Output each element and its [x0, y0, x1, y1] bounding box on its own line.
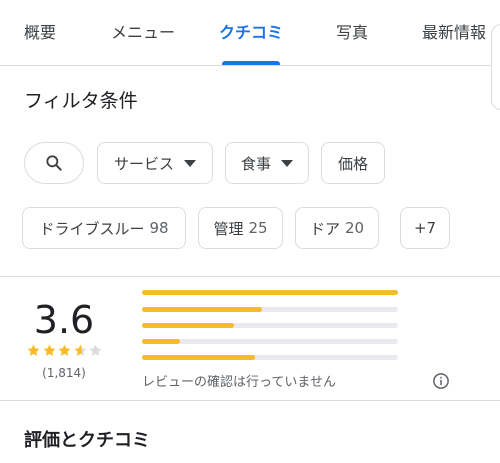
info-icon[interactable]	[432, 372, 450, 390]
rating-bar-fill	[142, 307, 263, 312]
filter-chip-price[interactable]: 価格	[321, 142, 385, 184]
divider	[0, 400, 500, 401]
more-topics-button[interactable]: +7	[400, 207, 450, 249]
topic-chip-door[interactable]: ドア 20	[295, 207, 379, 249]
topic-chip-count: 20	[344, 219, 365, 237]
star-icon	[89, 344, 102, 356]
tab-menu[interactable]: メニュー	[111, 0, 175, 66]
average-rating: 3.6	[33, 298, 95, 342]
topic-chip-count: 25	[248, 219, 268, 237]
tab-updates[interactable]: 最新情報	[422, 0, 486, 66]
unverified-note: レビューの確認は行っていません	[142, 375, 336, 390]
more-topics-label: +7	[413, 219, 437, 237]
tab-overview[interactable]: 概要	[24, 0, 56, 66]
rating-count: (1,814)	[42, 366, 86, 380]
rating-bar-fill	[142, 323, 235, 328]
search-reviews-button[interactable]	[24, 142, 84, 184]
star-icon	[27, 344, 40, 356]
rating-bar-fill	[142, 355, 255, 360]
topic-chip-count: 98	[149, 219, 169, 237]
divider	[0, 276, 500, 277]
side-card-edge	[491, 24, 500, 110]
caret-down-icon	[281, 159, 293, 167]
topic-chip-drive-thru[interactable]: ドライブスルー 98	[22, 207, 186, 249]
filter-chip-label: 食事	[240, 154, 271, 173]
topic-chip-label: 管理	[213, 219, 244, 238]
filter-chip-service[interactable]: サービス	[97, 142, 213, 184]
star-icon	[43, 344, 55, 356]
rating-bar-fill	[142, 290, 398, 295]
rating-bar-2-star	[142, 339, 398, 344]
star-icon	[74, 344, 86, 356]
reviews-section-title: 評価とクチコミ	[24, 430, 150, 451]
star-rating	[26, 343, 104, 358]
active-tab-indicator	[222, 61, 280, 65]
rating-bar-4-star	[142, 307, 398, 312]
caret-down-icon	[184, 159, 196, 167]
topic-chip-label: ドライブスルー	[39, 219, 145, 238]
tab-reviews[interactable]: クチコミ	[219, 0, 283, 66]
topic-chip-management[interactable]: 管理 25	[198, 207, 283, 249]
tab-bar: 概要 メニュー クチコミ 写真 最新情報	[0, 0, 500, 66]
filter-chip-label: 価格	[337, 154, 368, 173]
rating-bar-3-star	[142, 323, 398, 328]
filter-chip-food[interactable]: 食事	[225, 142, 309, 184]
search-icon	[46, 155, 62, 171]
rating-bar-fill	[142, 339, 181, 344]
topic-chip-label: ドア	[309, 219, 340, 238]
rating-bar-5-star	[142, 290, 398, 295]
filter-title: フィルタ条件	[24, 90, 138, 112]
filter-chip-label: サービス	[113, 154, 174, 173]
rating-bar-1-star	[142, 355, 398, 360]
tab-photos[interactable]: 写真	[336, 0, 368, 66]
star-icon	[58, 344, 71, 356]
